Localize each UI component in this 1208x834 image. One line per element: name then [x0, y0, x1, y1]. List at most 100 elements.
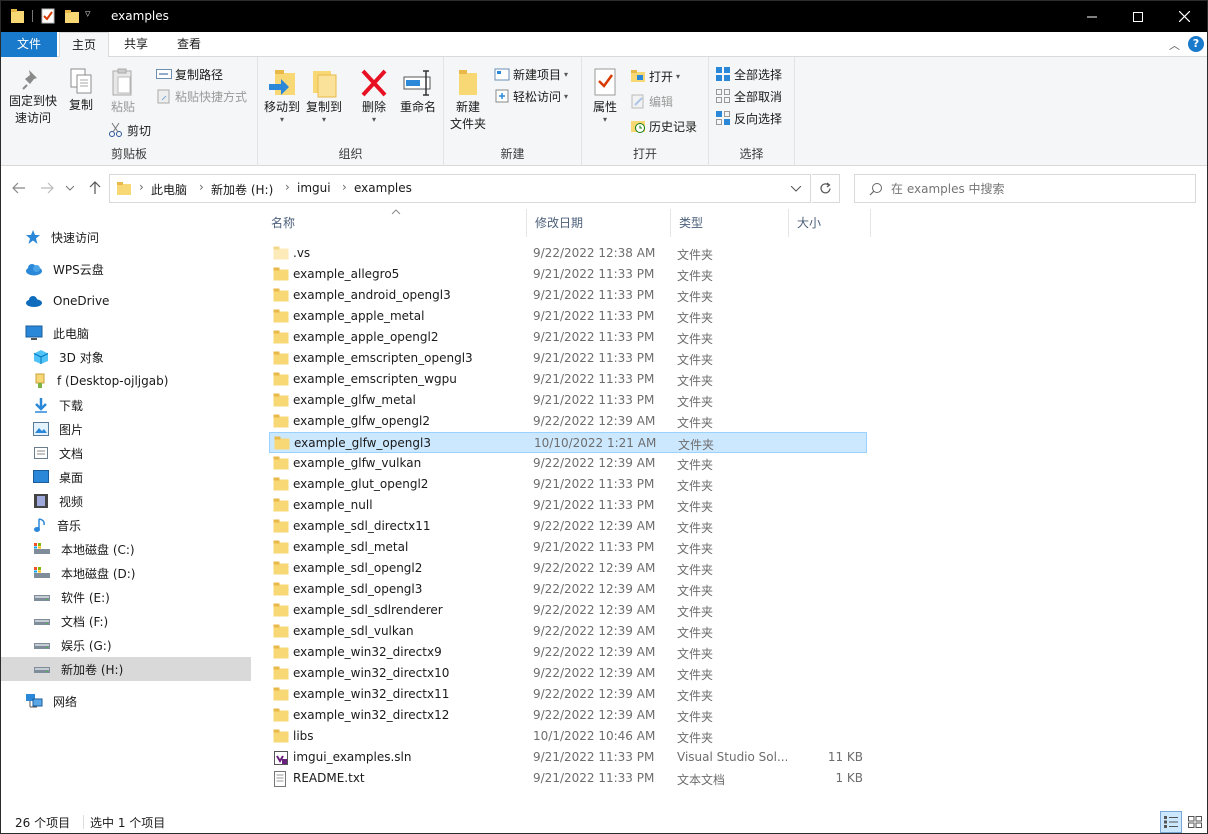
paste-button[interactable]: 粘贴 — [103, 67, 143, 116]
nav-desktop-ojljgab[interactable]: f (Desktop-ojljgab) — [1, 369, 251, 393]
nav-drive-e[interactable]: 软件 (E:) — [1, 585, 251, 609]
move-to-button[interactable]: 移动到 ▾ — [262, 67, 302, 124]
copy-to-button[interactable]: 复制到 ▾ — [304, 67, 344, 124]
table-row[interactable]: example_sdl_metal 9/21/2022 11:33 PM 文件夹 — [269, 537, 867, 558]
tab-view[interactable]: 查看 — [163, 32, 215, 57]
breadcrumb-imgui[interactable]: imgui — [297, 181, 331, 195]
nav-downloads[interactable]: 下载 — [1, 393, 251, 417]
table-row[interactable]: example_win32_directx9 9/22/2022 12:39 AM… — [269, 642, 867, 663]
folder-icon — [273, 582, 289, 599]
new-group-label: 新建 — [500, 147, 525, 161]
table-row[interactable]: example_emscripten_wgpu 9/21/2022 11:33 P… — [269, 369, 867, 390]
collapse-ribbon-icon[interactable]: ︿ — [1169, 37, 1180, 53]
minimize-button[interactable] — [1069, 1, 1115, 32]
nav-drive-g[interactable]: 娱乐 (G:) — [1, 633, 251, 657]
tab-file[interactable]: 文件 — [1, 32, 57, 57]
tab-home[interactable]: 主页 — [59, 32, 109, 58]
column-header-type[interactable]: 类型 — [671, 209, 789, 237]
help-icon[interactable]: ? — [1188, 36, 1204, 52]
open-button[interactable]: 打开 ▾ — [630, 66, 680, 86]
back-button[interactable] — [9, 178, 29, 198]
paste-shortcut-button[interactable]: 粘贴快捷方式 — [156, 86, 247, 106]
details-view-button[interactable] — [1160, 811, 1182, 833]
nav-quick-access[interactable]: 快速访问 — [1, 225, 251, 249]
table-row[interactable]: example_android_opengl3 9/21/2022 11:33 P… — [269, 285, 867, 306]
new-folder-button[interactable]: 新建 文件夹 — [448, 67, 488, 133]
nav-wps-cloud[interactable]: WPS云盘 — [1, 257, 251, 281]
table-row[interactable]: example_sdl_opengl3 9/22/2022 12:39 AM 文件夹 — [269, 579, 867, 600]
address-bar[interactable]: › 此电脑 › 新加卷 (H:) › imgui › examples — [109, 174, 811, 203]
nav-network[interactable]: 网络 — [1, 689, 251, 713]
nav-3d-objects[interactable]: 3D 对象 — [1, 345, 251, 369]
history-button[interactable]: 历史记录 — [630, 116, 697, 136]
table-row[interactable]: example_sdl_vulkan 9/22/2022 12:39 AM 文件夹 — [269, 621, 867, 642]
breadcrumb-examples[interactable]: examples — [354, 181, 412, 195]
cut-button[interactable]: 剪切 — [108, 120, 151, 140]
search-box[interactable] — [854, 174, 1196, 203]
nav-drive-d[interactable]: 本地磁盘 (D:) — [1, 561, 251, 585]
table-row[interactable]: example_apple_metal 9/21/2022 11:33 PM 文件夹 — [269, 306, 867, 327]
close-button[interactable] — [1161, 1, 1207, 32]
table-row[interactable]: example_glfw_opengl3 10/10/2022 1:21 AM 文件… — [269, 432, 867, 453]
file-date: 9/21/2022 11:33 PM — [533, 540, 655, 554]
table-row[interactable]: example_sdl_opengl2 9/22/2022 12:39 AM 文件夹 — [269, 558, 867, 579]
recent-locations-button[interactable] — [64, 178, 76, 198]
nav-desktop[interactable]: 桌面 — [1, 465, 251, 489]
select-all-button[interactable]: 全部选择 — [715, 64, 782, 84]
table-row[interactable]: README.txt 9/21/2022 11:33 PM 文本文档 1 KB — [269, 768, 867, 789]
table-row[interactable]: example_allegro5 9/21/2022 11:33 PM 文件夹 — [269, 264, 867, 285]
easy-access-button[interactable]: 轻松访问 ▾ — [494, 86, 568, 106]
nav-music[interactable]: 音乐 — [1, 513, 251, 537]
large-icons-view-button[interactable] — [1184, 811, 1206, 833]
table-row[interactable]: .vs 9/22/2022 12:38 AM 文件夹 — [269, 243, 867, 264]
nav-pictures[interactable]: 图片 — [1, 417, 251, 441]
delete-button[interactable]: 删除 ▾ — [354, 67, 394, 124]
pin-quick-access-button[interactable]: 固定到快 速访问 — [5, 67, 61, 127]
nav-this-pc[interactable]: 此电脑 — [1, 321, 251, 345]
table-row[interactable]: example_glfw_metal 9/21/2022 11:33 PM 文件夹 — [269, 390, 867, 411]
file-date: 9/21/2022 11:33 PM — [533, 351, 655, 365]
nav-drive-h[interactable]: 新加卷 (H:) — [1, 657, 251, 681]
properties-quick-icon[interactable] — [41, 8, 55, 25]
quick-access-dropdown-icon[interactable]: ▿ — [85, 7, 91, 24]
search-input[interactable] — [891, 180, 1181, 198]
breadcrumb-this-pc[interactable]: 此电脑 — [151, 181, 187, 198]
copy-path-button[interactable]: 复制路径 — [156, 64, 223, 84]
nav-onedrive[interactable]: OneDrive — [1, 289, 251, 313]
rename-button[interactable]: 重命名 — [396, 67, 440, 116]
table-row[interactable]: imgui_examples.sln 9/21/2022 11:33 PM Visu… — [269, 747, 867, 768]
table-row[interactable]: example_glut_opengl2 9/21/2022 11:33 PM 文件… — [269, 474, 867, 495]
table-row[interactable]: example_emscripten_opengl3 9/21/2022 11:3… — [269, 348, 867, 369]
nav-drive-c[interactable]: 本地磁盘 (C:) — [1, 537, 251, 561]
properties-button[interactable]: 属性 ▾ — [588, 67, 622, 124]
breadcrumb-drive-h[interactable]: 新加卷 (H:) — [211, 181, 273, 198]
nav-drive-f[interactable]: 文档 (F:) — [1, 609, 251, 633]
table-row[interactable]: example_apple_opengl2 9/21/2022 11:33 PM 文… — [269, 327, 867, 348]
table-row[interactable]: example_win32_directx11 9/22/2022 12:39 A… — [269, 684, 867, 705]
edit-button[interactable]: 编辑 — [630, 91, 673, 111]
new-folder-quick-icon[interactable] — [64, 8, 80, 25]
table-row[interactable]: example_glfw_opengl2 9/22/2022 12:39 AM 文件… — [269, 411, 867, 432]
nav-documents[interactable]: 文档 — [1, 441, 251, 465]
table-row[interactable]: example_sdl_directx11 9/22/2022 12:39 AM 文… — [269, 516, 867, 537]
column-header-date[interactable]: 修改日期 — [527, 209, 671, 237]
table-row[interactable]: example_null 9/21/2022 11:33 PM 文件夹 — [269, 495, 867, 516]
column-header-name[interactable]: 名称 — [263, 209, 527, 237]
table-row[interactable]: example_win32_directx12 9/22/2022 12:39 A… — [269, 705, 867, 726]
up-button[interactable] — [85, 178, 105, 198]
maximize-button[interactable] — [1115, 1, 1161, 32]
select-none-button[interactable]: 全部取消 — [715, 86, 782, 106]
refresh-button[interactable] — [812, 174, 840, 203]
invert-selection-button[interactable]: 反向选择 — [715, 108, 782, 128]
forward-button[interactable] — [37, 178, 57, 198]
table-row[interactable]: libs 10/1/2022 10:46 AM 文件夹 — [269, 726, 867, 747]
table-row[interactable]: example_win32_directx10 9/22/2022 12:39 A… — [269, 663, 867, 684]
column-header-size[interactable]: 大小 — [789, 209, 871, 237]
chevron-down-icon[interactable] — [791, 186, 801, 192]
copy-button[interactable]: 复制 — [63, 67, 99, 114]
tab-share[interactable]: 共享 — [111, 32, 161, 57]
table-row[interactable]: example_sdl_sdlrenderer 9/22/2022 12:39 A… — [269, 600, 867, 621]
nav-videos[interactable]: 视频 — [1, 489, 251, 513]
table-row[interactable]: example_glfw_vulkan 9/22/2022 12:39 AM 文件夹 — [269, 453, 867, 474]
new-item-button[interactable]: 新建项目 ▾ — [494, 64, 568, 84]
